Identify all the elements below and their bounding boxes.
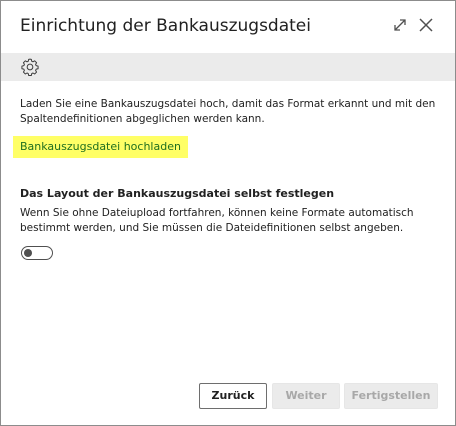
intro-text: Laden Sie eine Bankauszugsdatei hoch, da… (20, 98, 436, 125)
back-button[interactable]: Zurück (199, 383, 267, 409)
setup-dialog: Einrichtung der Bankauszugsdatei Laden S… (0, 0, 456, 426)
next-button[interactable]: Weiter (272, 383, 340, 409)
layout-heading: Das Layout der Bankauszugsdatei selbst f… (20, 187, 335, 200)
toggle-knob (24, 249, 32, 257)
expand-icon[interactable] (391, 16, 409, 34)
layout-description: Wenn Sie ohne Dateiupload fortfahren, kö… (20, 207, 414, 234)
close-icon[interactable] (417, 16, 435, 34)
gear-icon[interactable] (20, 57, 40, 77)
footer-divider (1, 367, 455, 368)
upload-statement-link[interactable]: Bankauszugsdatei hochladen (13, 136, 188, 158)
finish-button[interactable]: Fertigstellen (344, 383, 438, 409)
dialog-title: Einrichtung der Bankauszugsdatei (20, 16, 311, 36)
define-layout-toggle[interactable] (21, 246, 53, 260)
action-bar (1, 53, 455, 81)
dialog-titlebar: Einrichtung der Bankauszugsdatei (1, 1, 455, 51)
